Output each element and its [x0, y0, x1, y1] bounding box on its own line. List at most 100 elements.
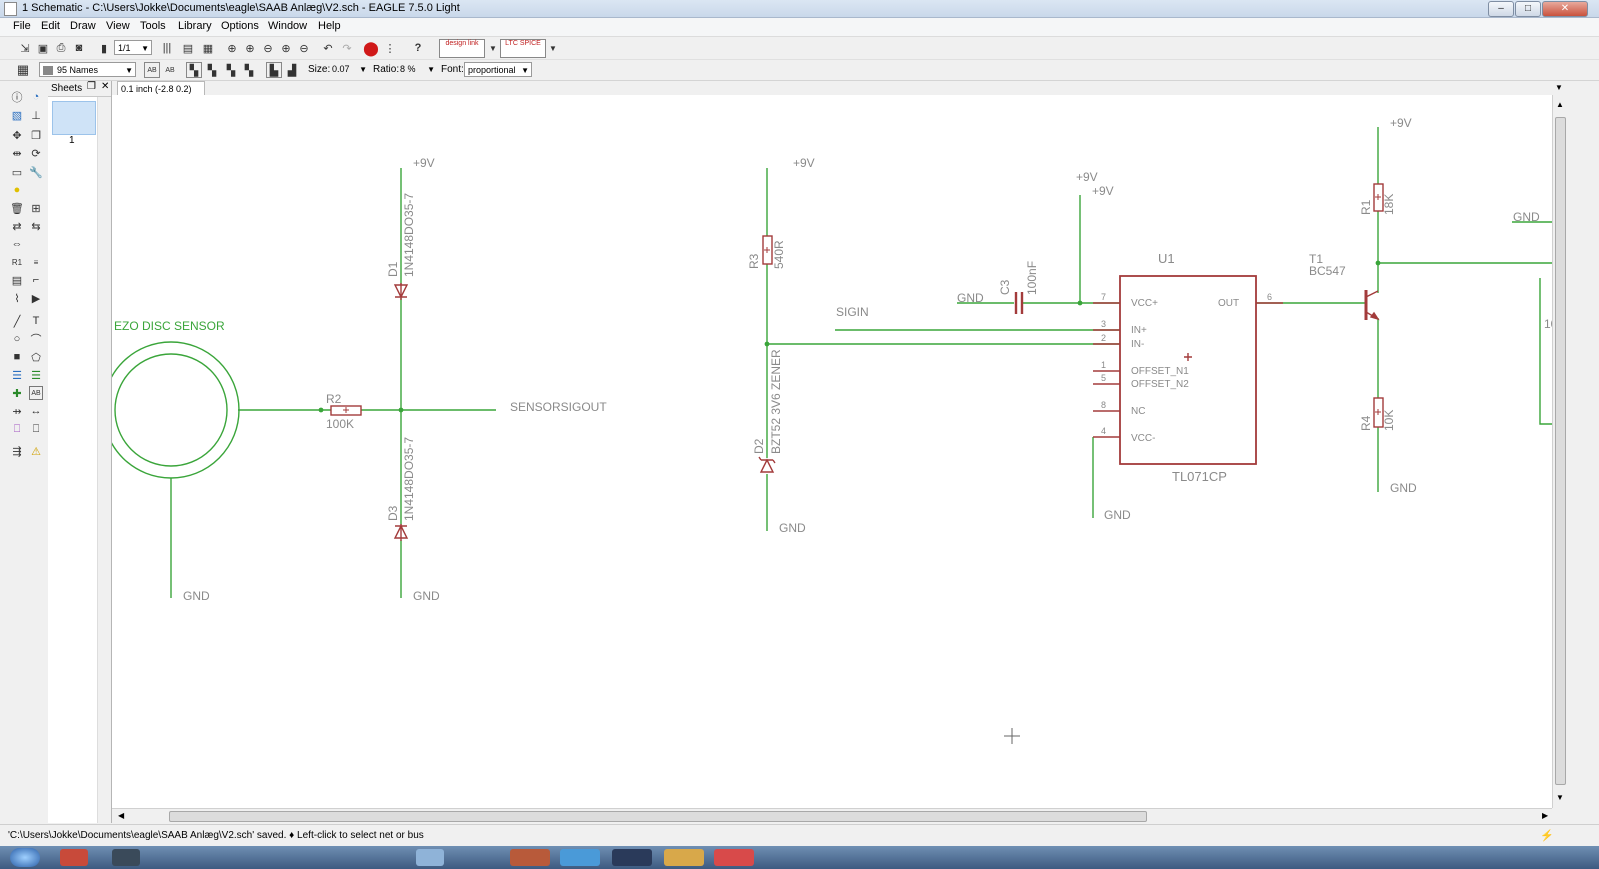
open-icon[interactable]: ⇲: [17, 40, 33, 56]
net-icon[interactable]: ☰: [29, 368, 43, 382]
sheet-icon[interactable]: ▮: [96, 40, 112, 56]
menu-view[interactable]: View: [106, 20, 130, 32]
redo-icon[interactable]: ↷: [339, 40, 355, 56]
scroll-up-icon[interactable]: ▲: [1556, 100, 1564, 109]
text-mirror-icon[interactable]: AB: [162, 62, 178, 78]
cam-icon[interactable]: ◙: [71, 40, 87, 56]
design-link-button[interactable]: design link: [439, 39, 485, 58]
scroll-down-icon[interactable]: ▼: [1556, 793, 1564, 802]
size-select[interactable]: 0.07 ▼: [329, 62, 369, 77]
ltspice-button[interactable]: LTC SPICE: [500, 39, 546, 58]
add-icon[interactable]: ⊞: [29, 201, 43, 215]
bus-icon[interactable]: ☰: [10, 368, 24, 382]
frame-icon[interactable]: ⎕: [10, 422, 24, 436]
close-icon[interactable]: ✕: [101, 81, 109, 92]
menu-file[interactable]: File: [13, 20, 31, 32]
move-icon[interactable]: ✥: [10, 128, 24, 142]
zoom-out-icon[interactable]: ⊖: [260, 40, 276, 56]
font-select[interactable]: proportional ▼: [464, 62, 532, 77]
schematic-canvas[interactable]: EZO DISC SENSOR R2 100K SENSORSIGOUT D1 …: [102, 95, 1558, 808]
rectangle-icon[interactable]: ■: [10, 350, 24, 364]
invoke-icon[interactable]: ▶: [29, 291, 43, 305]
chevron-down-icon[interactable]: ▼: [545, 40, 561, 56]
use-library-icon[interactable]: ▤: [180, 40, 196, 56]
paste-icon[interactable]: ●: [10, 183, 24, 197]
scroll-left-icon[interactable]: ◀: [118, 811, 124, 820]
smash-icon[interactable]: ▤: [10, 273, 24, 287]
undock-icon[interactable]: ❐: [87, 81, 96, 92]
miter-icon[interactable]: ⌐: [29, 273, 43, 287]
menu-library[interactable]: Library: [178, 20, 212, 32]
text-icon[interactable]: T: [29, 314, 43, 328]
horizontal-scroll-thumb[interactable]: [169, 811, 1147, 822]
copy-icon[interactable]: ❐: [29, 128, 43, 142]
arc-icon[interactable]: ⌒: [29, 332, 43, 346]
mark-icon[interactable]: ⊥: [29, 108, 43, 122]
change-icon[interactable]: 🔧: [29, 165, 43, 179]
taskbar-app-icon[interactable]: [60, 849, 88, 866]
taskbar-app-icon[interactable]: [416, 849, 444, 866]
menu-tools[interactable]: Tools: [140, 20, 166, 32]
group-icon[interactable]: ▭: [10, 165, 24, 179]
scroll-right-icon[interactable]: ▶: [1542, 811, 1548, 820]
stop-icon[interactable]: ⬤: [363, 40, 379, 56]
mirror-icon[interactable]: ⇹: [10, 146, 24, 160]
taskbar-app-icon[interactable]: [612, 849, 652, 866]
rotate-icon[interactable]: ⟳: [29, 146, 43, 160]
save-icon[interactable]: ▣: [35, 40, 51, 56]
zoom-fit-icon[interactable]: ⊕: [224, 40, 240, 56]
dimension-icon[interactable]: ↔: [29, 404, 43, 418]
vertical-scroll-thumb[interactable]: [1555, 117, 1566, 785]
split-icon[interactable]: ⌇: [10, 291, 24, 305]
stop-command-icon[interactable]: ⚡: [1540, 829, 1554, 842]
taskbar-app-icon[interactable]: [112, 849, 140, 866]
warning-icon[interactable]: ⚠: [29, 444, 43, 458]
taskbar-app-icon[interactable]: [510, 849, 550, 866]
sheets-scrollbar[interactable]: [97, 97, 111, 823]
menu-options[interactable]: Options: [221, 20, 259, 32]
taskbar-app-icon[interactable]: [714, 849, 754, 866]
taskbar-app-icon[interactable]: [560, 849, 600, 866]
modules-icon[interactable]: ⎕: [29, 422, 43, 436]
ratio-select[interactable]: 8 % ▼: [397, 62, 437, 77]
menu-window[interactable]: Window: [268, 20, 307, 32]
chevron-down-icon[interactable]: ▼: [485, 40, 501, 56]
menu-draw[interactable]: Draw: [70, 20, 96, 32]
sheet-thumbnail[interactable]: [52, 101, 96, 135]
undo-icon[interactable]: ↶: [320, 40, 336, 56]
minimize-button[interactable]: –: [1488, 1, 1514, 17]
text-style2-icon[interactable]: ▟: [284, 62, 300, 78]
info-icon[interactable]: ⓘ: [10, 90, 24, 104]
align-center-icon[interactable]: ▚: [223, 62, 239, 78]
show-icon[interactable]: ◔: [29, 90, 43, 104]
display-icon[interactable]: ▧: [10, 108, 24, 122]
pinswap-icon[interactable]: ⇄: [10, 219, 24, 233]
sheet-select[interactable]: 1/1 ▼: [114, 40, 152, 55]
zoom-select-icon[interactable]: ⊖: [296, 40, 312, 56]
chevron-down-icon[interactable]: ▼: [1555, 83, 1563, 92]
attribute-icon[interactable]: ⇸: [10, 404, 24, 418]
menu-help[interactable]: Help: [318, 20, 341, 32]
go-icon[interactable]: ⋮: [382, 40, 398, 56]
polygon-icon[interactable]: ⬠: [29, 350, 43, 364]
close-button[interactable]: ✕: [1542, 1, 1588, 17]
grid-icon[interactable]: ▦: [15, 62, 31, 78]
layer-select[interactable]: 95 Names ▼: [39, 62, 136, 77]
horizontal-scrollbar[interactable]: ◀ ▶: [112, 808, 1552, 824]
taskbar-app-icon[interactable]: [664, 849, 704, 866]
align-top-left-icon[interactable]: ▚: [186, 62, 202, 78]
help-icon[interactable]: ?: [410, 40, 426, 56]
erc-icon[interactable]: ⇶: [10, 444, 24, 458]
align-top-icon[interactable]: ▚: [204, 62, 220, 78]
start-button[interactable]: [10, 848, 40, 867]
replace-icon[interactable]: ⇔: [10, 237, 24, 251]
value-icon[interactable]: ≡: [29, 255, 43, 269]
text-align-icon[interactable]: AB: [144, 62, 160, 78]
schematic-drawing[interactable]: EZO DISC SENSOR R2 100K SENSORSIGOUT D1 …: [102, 95, 1558, 808]
circle-icon[interactable]: ○: [10, 332, 24, 346]
text-style-icon[interactable]: ▙: [266, 62, 282, 78]
zoom-in-icon[interactable]: ⊕: [242, 40, 258, 56]
wire-icon[interactable]: ╱: [10, 314, 24, 328]
label-icon[interactable]: AB: [29, 386, 43, 400]
board-icon[interactable]: |||: [159, 40, 175, 56]
